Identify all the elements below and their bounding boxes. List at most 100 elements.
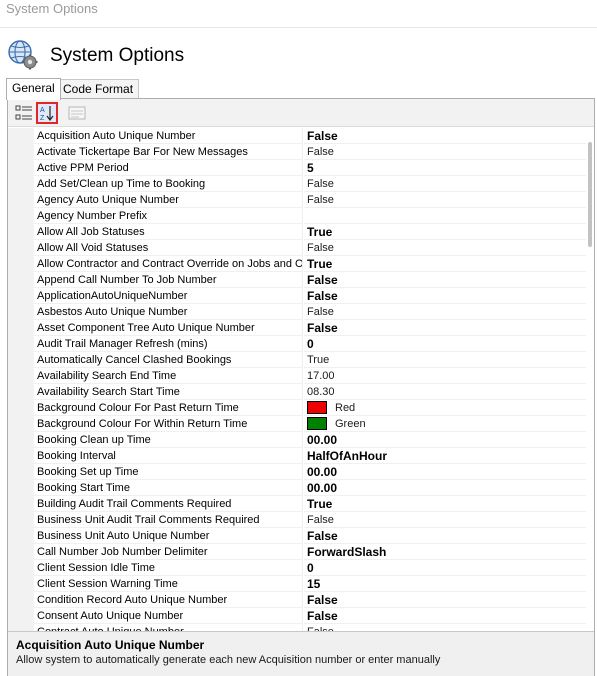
- property-name[interactable]: Availability Search End Time: [34, 368, 302, 384]
- property-value[interactable]: False: [304, 272, 586, 288]
- property-name[interactable]: Client Session Idle Time: [34, 560, 302, 576]
- property-name[interactable]: Booking Set up Time: [34, 464, 302, 480]
- property-value[interactable]: False: [304, 528, 586, 544]
- property-name[interactable]: Business Unit Auto Unique Number: [34, 528, 302, 544]
- property-name[interactable]: Booking Clean up Time: [34, 432, 302, 448]
- property-pages-icon[interactable]: [66, 102, 88, 124]
- vertical-scrollbar[interactable]: [586, 128, 594, 631]
- property-row[interactable]: Agency Number Prefix: [8, 208, 594, 224]
- property-row[interactable]: Booking Clean up Time 00.00: [8, 432, 594, 448]
- property-row[interactable]: Building Audit Trail Comments Required Tr…: [8, 496, 594, 512]
- property-row[interactable]: Background Colour For Within Return Time…: [8, 416, 594, 432]
- property-value[interactable]: 15: [304, 576, 586, 592]
- property-name[interactable]: Condition Record Auto Unique Number: [34, 592, 302, 608]
- property-name[interactable]: ApplicationAutoUniqueNumber: [34, 288, 302, 304]
- categorized-view-icon[interactable]: [13, 102, 35, 124]
- property-value[interactable]: 00.00: [304, 464, 586, 480]
- property-row[interactable]: Availability Search End Time 17.00: [8, 368, 594, 384]
- property-name[interactable]: Business Unit Audit Trail Comments Requi…: [34, 512, 302, 528]
- property-row[interactable]: Booking Interval HalfOfAnHour: [8, 448, 594, 464]
- tab-code-format[interactable]: Code Format: [57, 79, 140, 99]
- property-value[interactable]: False: [304, 320, 586, 336]
- property-row[interactable]: Append Call Number To Job Number False: [8, 272, 594, 288]
- property-name[interactable]: Asset Component Tree Auto Unique Number: [34, 320, 302, 336]
- property-row[interactable]: Agency Auto Unique Number False: [8, 192, 594, 208]
- property-name[interactable]: Client Session Warning Time: [34, 576, 302, 592]
- property-value[interactable]: 5: [304, 160, 586, 176]
- property-row[interactable]: Activate Tickertape Bar For New Messages…: [8, 144, 594, 160]
- property-value[interactable]: HalfOfAnHour: [304, 448, 586, 464]
- property-value[interactable]: 17.00: [304, 368, 586, 384]
- property-name[interactable]: Active PPM Period: [34, 160, 302, 176]
- property-name[interactable]: Add Set/Clean up Time to Booking: [34, 176, 302, 192]
- property-row[interactable]: Audit Trail Manager Refresh (mins) 0: [8, 336, 594, 352]
- alphabetical-sort-icon[interactable]: A Z: [36, 102, 58, 124]
- property-name[interactable]: Booking Interval: [34, 448, 302, 464]
- property-row[interactable]: Contract Auto Unique NumberFalse: [8, 624, 594, 631]
- property-name[interactable]: Building Audit Trail Comments Required: [34, 496, 302, 512]
- property-name[interactable]: Consent Auto Unique Number: [34, 608, 302, 624]
- property-value[interactable]: False: [304, 512, 586, 528]
- property-value[interactable]: True: [304, 224, 586, 240]
- property-row[interactable]: Business Unit Auto Unique Number False: [8, 528, 594, 544]
- property-value[interactable]: False: [304, 144, 586, 160]
- property-value[interactable]: False: [304, 192, 586, 208]
- property-value[interactable]: ForwardSlash: [304, 544, 586, 560]
- property-row[interactable]: Call Number Job Number Delimiter ForwardS…: [8, 544, 594, 560]
- property-row[interactable]: Consent Auto Unique Number False: [8, 608, 594, 624]
- property-value[interactable]: Red: [304, 400, 586, 416]
- scrollbar-thumb[interactable]: [588, 142, 592, 247]
- property-value[interactable]: False: [304, 176, 586, 192]
- property-name[interactable]: Append Call Number To Job Number: [34, 272, 302, 288]
- property-value[interactable]: False: [304, 624, 586, 631]
- property-row[interactable]: Allow All Job Statuses True: [8, 224, 594, 240]
- property-row[interactable]: Client Session Idle Time 0: [8, 560, 594, 576]
- property-value[interactable]: [304, 208, 586, 224]
- property-row[interactable]: Acquisition Auto Unique Number False: [8, 128, 594, 144]
- property-row[interactable]: ApplicationAutoUniqueNumber False: [8, 288, 594, 304]
- property-row[interactable]: Add Set/Clean up Time to Booking False: [8, 176, 594, 192]
- property-name[interactable]: Allow All Job Statuses: [34, 224, 302, 240]
- property-row[interactable]: Availability Search Start Time 08.30: [8, 384, 594, 400]
- property-value[interactable]: Green: [304, 416, 586, 432]
- property-name[interactable]: Availability Search Start Time: [34, 384, 302, 400]
- property-value[interactable]: False: [304, 240, 586, 256]
- property-name[interactable]: Background Colour For Past Return Time: [34, 400, 302, 416]
- property-name[interactable]: Allow Contractor and Contract Override o…: [34, 256, 302, 272]
- property-value[interactable]: 00.00: [304, 432, 586, 448]
- property-name[interactable]: Asbestos Auto Unique Number: [34, 304, 302, 320]
- property-name[interactable]: Acquisition Auto Unique Number: [34, 128, 302, 144]
- property-value[interactable]: 0: [304, 560, 586, 576]
- property-value[interactable]: False: [304, 304, 586, 320]
- property-row[interactable]: Automatically Cancel Clashed Bookings Tru…: [8, 352, 594, 368]
- property-row[interactable]: Booking Start Time 00.00: [8, 480, 594, 496]
- property-value[interactable]: True: [304, 256, 586, 272]
- property-row[interactable]: Business Unit Audit Trail Comments Requi…: [8, 512, 594, 528]
- property-row[interactable]: Background Colour For Past Return Time Re…: [8, 400, 594, 416]
- property-row[interactable]: Allow Contractor and Contract Override o…: [8, 256, 594, 272]
- property-name[interactable]: Agency Number Prefix: [34, 208, 302, 224]
- property-row[interactable]: Asbestos Auto Unique Number False: [8, 304, 594, 320]
- tab-general[interactable]: General: [6, 78, 61, 100]
- property-value[interactable]: False: [304, 592, 586, 608]
- property-value[interactable]: 0: [304, 336, 586, 352]
- property-value[interactable]: False: [304, 608, 586, 624]
- property-name[interactable]: Activate Tickertape Bar For New Messages: [34, 144, 302, 160]
- property-name[interactable]: Contract Auto Unique Number: [34, 624, 302, 631]
- property-name[interactable]: Automatically Cancel Clashed Bookings: [34, 352, 302, 368]
- property-name[interactable]: Call Number Job Number Delimiter: [34, 544, 302, 560]
- property-value[interactable]: 00.00: [304, 480, 586, 496]
- property-row[interactable]: Active PPM Period 5: [8, 160, 594, 176]
- property-row[interactable]: Allow All Void Statuses False: [8, 240, 594, 256]
- property-row[interactable]: Condition Record Auto Unique Number False: [8, 592, 594, 608]
- property-value[interactable]: False: [304, 288, 586, 304]
- property-name[interactable]: Background Colour For Within Return Time: [34, 416, 302, 432]
- property-value[interactable]: True: [304, 352, 586, 368]
- property-row[interactable]: Asset Component Tree Auto Unique Number F…: [8, 320, 594, 336]
- property-value[interactable]: 08.30: [304, 384, 586, 400]
- property-name[interactable]: Audit Trail Manager Refresh (mins): [34, 336, 302, 352]
- property-row[interactable]: Booking Set up Time 00.00: [8, 464, 594, 480]
- property-name[interactable]: Allow All Void Statuses: [34, 240, 302, 256]
- property-row[interactable]: Client Session Warning Time 15: [8, 576, 594, 592]
- property-value[interactable]: True: [304, 496, 586, 512]
